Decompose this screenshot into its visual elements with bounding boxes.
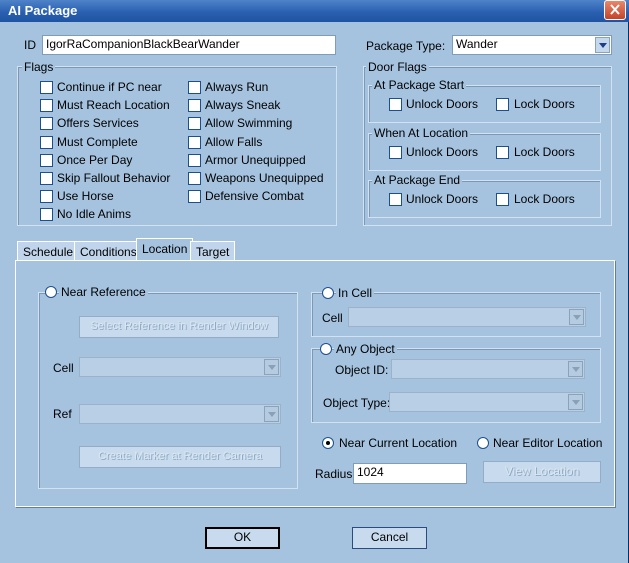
- flag-checkbox[interactable]: [188, 117, 201, 131]
- select-reference-button[interactable]: Select Reference in Render Window: [79, 316, 279, 338]
- flag-checkbox[interactable]: [40, 81, 53, 94]
- id-input[interactable]: IgorRaCompanionBlackBearWander: [42, 35, 336, 55]
- door-subgroup-label: At Package End: [372, 173, 463, 187]
- near-editor-location-label: Near Editor Location: [493, 436, 603, 450]
- ref-label: Ref: [53, 407, 72, 421]
- chevron-down-icon[interactable]: [264, 406, 279, 422]
- flag-label: Weapons Unequipped: [205, 171, 324, 185]
- flag-checkbox[interactable]: [188, 153, 201, 167]
- flag-label: Always Run: [205, 80, 269, 94]
- chevron-down-icon[interactable]: [595, 37, 610, 53]
- near-current-location-radio[interactable]: [322, 437, 334, 449]
- flag-checkbox[interactable]: [40, 208, 53, 222]
- ok-button[interactable]: OK: [205, 527, 280, 549]
- flag-label: Must Complete: [57, 134, 138, 149]
- unlock-doors-label: Unlock Doors: [406, 192, 479, 206]
- close-icon: [610, 4, 620, 15]
- near-current-location-label: Near Current Location: [339, 436, 458, 450]
- flag-label: Once Per Day: [57, 152, 133, 167]
- unlock-doors-checkbox[interactable]: [389, 193, 402, 206]
- window-title: AI Package: [8, 3, 78, 18]
- unlock-doors-label: Unlock Doors: [406, 145, 479, 159]
- flag-label: Continue if PC near: [57, 80, 162, 94]
- in-cell-select[interactable]: [348, 307, 586, 327]
- object-id-select[interactable]: [391, 359, 585, 379]
- create-marker-button[interactable]: Create Marker at Render Camera: [79, 446, 281, 468]
- flag-label: Defensive Combat: [205, 189, 304, 204]
- flag-checkbox[interactable]: [40, 153, 53, 167]
- tab-schedule[interactable]: Schedule: [17, 241, 80, 260]
- flag-label: No Idle Anims: [57, 207, 132, 222]
- cell-label: Cell: [53, 361, 74, 375]
- lock-doors-label: Lock Doors: [514, 192, 575, 206]
- in-cell-label: In Cell: [336, 286, 375, 300]
- lock-doors-checkbox[interactable]: [496, 193, 509, 206]
- tab-conditions[interactable]: Conditions: [74, 241, 143, 260]
- flag-checkbox[interactable]: [40, 99, 53, 113]
- radius-label: Radius: [315, 467, 353, 481]
- lock-doors-label: Lock Doors: [514, 145, 575, 159]
- unlock-doors-checkbox[interactable]: [389, 146, 402, 159]
- chevron-down-icon[interactable]: [568, 394, 583, 410]
- door-subgroup-label: At Package Start: [372, 78, 467, 92]
- chevron-down-icon[interactable]: [569, 309, 584, 325]
- flag-label: Allow Swimming: [205, 116, 293, 131]
- lock-doors-checkbox[interactable]: [496, 98, 509, 111]
- id-label: ID: [24, 38, 36, 52]
- flag-label: Always Sneak: [205, 98, 281, 113]
- flag-checkbox[interactable]: [188, 135, 201, 149]
- unlock-doors-checkbox[interactable]: [389, 98, 402, 111]
- flag-label: Armor Unequipped: [205, 152, 306, 167]
- flag-label: Allow Falls: [205, 134, 263, 149]
- flag-checkbox[interactable]: [40, 190, 53, 204]
- flag-checkbox[interactable]: [188, 99, 201, 113]
- object-type-label: Object Type:: [323, 396, 391, 410]
- tab-target[interactable]: Target: [190, 241, 236, 260]
- flag-checkbox[interactable]: [40, 172, 53, 185]
- flag-checkbox[interactable]: [40, 117, 53, 131]
- close-button[interactable]: [604, 0, 626, 20]
- flag-label: Skip Fallout Behavior: [57, 171, 171, 185]
- chevron-down-icon[interactable]: [264, 359, 279, 375]
- cancel-button[interactable]: Cancel: [352, 527, 427, 549]
- near-editor-location-radio[interactable]: [477, 437, 489, 449]
- lock-doors-label: Lock Doors: [514, 97, 575, 111]
- near-reference-radio[interactable]: [45, 286, 57, 298]
- package-type-label: Package Type:: [366, 39, 446, 53]
- door-flags-label: Door Flags: [366, 60, 429, 74]
- door-subgroup-label: When At Location: [372, 126, 471, 140]
- flags-group-label: Flags: [22, 60, 56, 74]
- near-ref-ref-select[interactable]: [79, 404, 281, 424]
- unlock-doors-label: Unlock Doors: [406, 97, 479, 111]
- object-id-label: Object ID:: [335, 363, 389, 377]
- lock-doors-checkbox[interactable]: [496, 146, 509, 159]
- title-bar[interactable]: AI Package: [0, 0, 629, 22]
- flag-checkbox[interactable]: [188, 172, 201, 185]
- flag-checkbox[interactable]: [40, 135, 53, 149]
- flag-checkbox[interactable]: [188, 81, 201, 94]
- flag-label: Offers Services: [57, 116, 139, 131]
- view-location-button[interactable]: View Location: [483, 461, 601, 483]
- in-cell-cell-label: Cell: [322, 311, 343, 325]
- package-type-value: Wander: [456, 37, 498, 51]
- in-cell-radio[interactable]: [322, 287, 334, 299]
- ai-package-dialog: AI Package ID IgorRaCompanionBlackBearWa…: [0, 0, 629, 563]
- flag-label: Must Reach Location: [57, 98, 170, 113]
- flag-checkbox[interactable]: [188, 190, 201, 204]
- package-type-select[interactable]: Wander: [452, 35, 612, 55]
- near-ref-cell-select[interactable]: [79, 357, 281, 377]
- tab-location[interactable]: Location: [136, 238, 194, 261]
- radius-input[interactable]: 1024: [353, 463, 467, 484]
- chevron-down-icon[interactable]: [568, 361, 583, 377]
- flag-label: Use Horse: [57, 189, 114, 204]
- any-object-radio[interactable]: [320, 343, 332, 355]
- near-reference-label: Near Reference: [59, 285, 148, 299]
- any-object-label: Any Object: [334, 342, 397, 356]
- object-type-select[interactable]: [389, 392, 585, 412]
